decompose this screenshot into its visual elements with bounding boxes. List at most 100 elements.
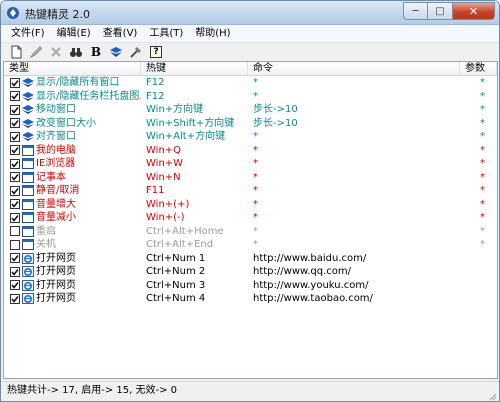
table-row[interactable]: 打开网页 Ctrl+Num 4 http://www.taobao.com/: [4, 292, 497, 306]
type-label: 重启: [36, 225, 56, 237]
enable-checkbox[interactable]: [10, 172, 20, 183]
type-label: 打开网页: [36, 252, 76, 264]
param-cell: *: [480, 144, 485, 156]
table-row[interactable]: 打开网页 Ctrl+Num 2 http://www.qq.com/: [4, 265, 497, 279]
enable-checkbox[interactable]: [10, 158, 20, 169]
help-icon[interactable]: ?: [147, 44, 165, 60]
diamond-icon: [22, 118, 34, 129]
enable-checkbox[interactable]: [10, 118, 20, 129]
hotkey-cell: Win+Alt+方向键: [146, 131, 226, 143]
command-cell: *: [253, 212, 258, 224]
column-header-type[interactable]: 类型: [4, 62, 141, 75]
bold-icon[interactable]: B: [87, 44, 105, 60]
param-cell: *: [480, 185, 485, 197]
menu-help[interactable]: 帮助(H): [189, 25, 236, 43]
enable-checkbox[interactable]: [10, 91, 20, 102]
table-row[interactable]: 打开网页 Ctrl+Num 3 http://www.youku.com/: [4, 279, 497, 293]
enable-checkbox[interactable]: [10, 131, 20, 142]
table-row[interactable]: 显示/隐藏所有窗口 F12 * *: [4, 76, 497, 90]
new-icon[interactable]: [7, 44, 25, 60]
command-cell: *: [253, 225, 258, 237]
table-row[interactable]: 静音/取消 F11 * *: [4, 184, 497, 198]
param-cell: *: [480, 225, 485, 237]
type-label: 音量增大: [36, 198, 76, 210]
column-header-param[interactable]: 参数: [460, 62, 497, 75]
type-cell: 静音/取消: [4, 184, 141, 197]
command-cell: *: [253, 144, 258, 156]
table-row[interactable]: 改变窗口大小 Win+Shift+方向键 步长->10 *: [4, 117, 497, 131]
enable-checkbox[interactable]: [10, 199, 20, 210]
menu-tools[interactable]: 工具(T): [143, 25, 189, 43]
table-row[interactable]: 打开网页 Ctrl+Num 1 http://www.baidu.com/: [4, 252, 497, 266]
command-cell: *: [253, 239, 258, 251]
command-cell: http://www.baidu.com/: [253, 252, 367, 264]
hide-icon[interactable]: [107, 44, 125, 60]
table-row[interactable]: 重启 Ctrl+Alt+Home * *: [4, 225, 497, 239]
enable-checkbox[interactable]: [10, 280, 20, 291]
table-row[interactable]: 移动窗口 Win+方向键 步长->10 *: [4, 103, 497, 117]
type-cell: 我的电脑: [4, 144, 141, 157]
hotkey-cell: Win+W: [146, 158, 184, 170]
table-row[interactable]: 对齐窗口 Win+Alt+方向键 * *: [4, 130, 497, 144]
hotkey-list[interactable]: 类型 热键 命令 参数 显示/隐藏所有窗口 F12 * * 显示/隐藏任务栏托盘图...…: [3, 61, 498, 379]
table-row[interactable]: 显示/隐藏任务栏托盘图... F12 * *: [4, 90, 497, 104]
enable-checkbox[interactable]: [10, 212, 20, 223]
type-cell: 显示/隐藏任务栏托盘图...: [4, 90, 141, 103]
edit-icon[interactable]: [27, 44, 45, 60]
enable-checkbox[interactable]: [10, 253, 20, 264]
hotkey-cell: Win+(-): [146, 212, 185, 224]
enable-checkbox[interactable]: [10, 185, 20, 196]
command-cell: *: [253, 158, 258, 170]
main-window: 热键精灵 2.0 ─ □ ✕ 文件(F) 编辑(E) 查看(V) 工具(T) 帮…: [0, 0, 500, 402]
table-row[interactable]: IE浏览器 Win+W * *: [4, 157, 497, 171]
command-cell: http://www.taobao.com/: [253, 293, 373, 305]
hotkey-cell: Ctrl+Num 4: [146, 293, 206, 305]
type-label: 静音/取消: [36, 185, 80, 197]
param-cell: *: [480, 104, 485, 116]
table-row[interactable]: 音量增大 Win+(+) * *: [4, 198, 497, 212]
column-header-hotkey[interactable]: 热键: [141, 62, 248, 75]
type-cell: 音量减小: [4, 211, 141, 224]
minimize-button[interactable]: ─: [403, 2, 428, 20]
options-icon[interactable]: [127, 44, 145, 60]
resize-grip-icon[interactable]: [487, 391, 497, 401]
window-icon: [22, 239, 34, 251]
table-row[interactable]: 记事本 Win+N * *: [4, 171, 497, 185]
status-bar: 热键共计-> 17, 启用-> 15, 无效-> 0: [1, 381, 499, 401]
param-cell: *: [480, 90, 485, 102]
enable-checkbox[interactable]: [10, 145, 20, 156]
type-cell: 音量增大: [4, 198, 141, 211]
status-text: 热键共计-> 17, 启用-> 15, 无效-> 0: [7, 385, 178, 396]
enable-checkbox[interactable]: [10, 266, 20, 277]
command-cell: http://www.youku.com/: [253, 279, 369, 291]
enable-checkbox[interactable]: [10, 226, 20, 237]
type-label: 我的电脑: [36, 144, 76, 156]
diamond-icon: [22, 104, 34, 115]
enable-checkbox[interactable]: [10, 77, 20, 88]
menu-file[interactable]: 文件(F): [5, 25, 51, 43]
hotkey-cell: Win+N: [146, 171, 181, 183]
command-cell: *: [253, 171, 258, 183]
type-cell: 记事本: [4, 171, 141, 184]
delete-icon[interactable]: [47, 44, 65, 60]
maximize-button[interactable]: □: [428, 2, 453, 20]
title-bar[interactable]: 热键精灵 2.0 ─ □ ✕: [1, 1, 499, 25]
menu-edit[interactable]: 编辑(E): [51, 25, 97, 43]
param-cell: *: [480, 158, 485, 170]
param-cell: *: [480, 77, 485, 89]
window-icon: [22, 185, 34, 197]
close-button[interactable]: ✕: [453, 2, 495, 20]
type-label: 移动窗口: [36, 104, 76, 116]
hotkey-cell: F11: [146, 185, 165, 197]
table-row[interactable]: 我的电脑 Win+Q * *: [4, 144, 497, 158]
menu-view[interactable]: 查看(V): [97, 25, 144, 43]
enable-checkbox[interactable]: [10, 293, 20, 304]
column-header-command[interactable]: 命令: [248, 62, 460, 75]
table-row[interactable]: 关机 Ctrl+Alt+End * *: [4, 238, 497, 252]
ie-icon: [22, 279, 34, 291]
find-icon[interactable]: [67, 44, 85, 60]
diamond-icon: [22, 131, 34, 142]
table-row[interactable]: 音量减小 Win+(-) * *: [4, 211, 497, 225]
enable-checkbox[interactable]: [10, 104, 20, 115]
enable-checkbox[interactable]: [10, 239, 20, 250]
